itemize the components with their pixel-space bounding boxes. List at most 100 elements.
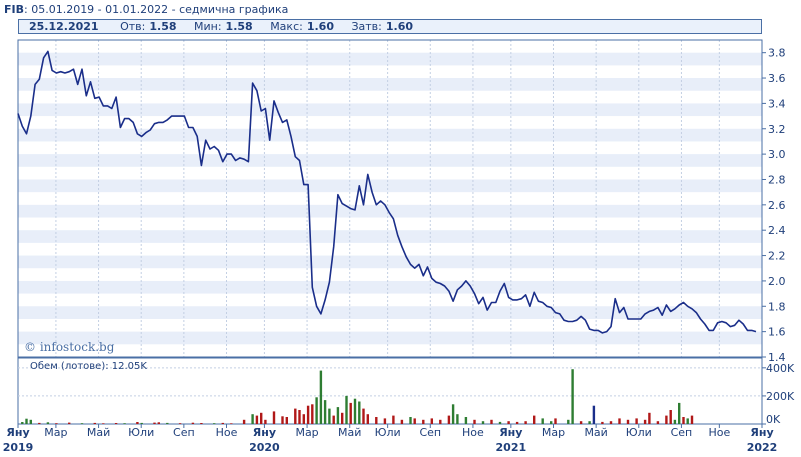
- volume-bar: [332, 415, 335, 424]
- volume-bar: [302, 414, 305, 424]
- volume-bar: [550, 421, 553, 424]
- volume-bar: [524, 421, 527, 424]
- volume-bar: [665, 415, 668, 424]
- volume-bar: [473, 419, 476, 424]
- volume-bar: [648, 412, 651, 424]
- price-tick-label: 3.4: [768, 97, 786, 110]
- volume-bar: [592, 405, 596, 424]
- volume-bar: [362, 408, 365, 424]
- price-band: [18, 179, 762, 193]
- price-band: [18, 128, 762, 142]
- volume-bar: [439, 419, 442, 424]
- time-tick-label: Май: [338, 426, 361, 439]
- volume-bar: [669, 410, 672, 424]
- volume-bar: [618, 418, 621, 424]
- volume-bar: [579, 421, 583, 424]
- volume-bar: [635, 418, 638, 424]
- volume-bar: [345, 395, 348, 424]
- volume-bar: [533, 415, 536, 424]
- volume-bar: [678, 402, 681, 424]
- volume-bar: [341, 412, 344, 424]
- volume-bar: [213, 423, 216, 424]
- volume-tick-label: 200K: [766, 390, 795, 403]
- volume-bar: [673, 419, 677, 424]
- price-tick-label: 2.2: [768, 250, 786, 263]
- time-tick-label: Ное: [708, 426, 730, 439]
- volume-bar: [682, 417, 685, 424]
- volume-bar: [298, 410, 301, 424]
- price-tick-label: 2.8: [768, 173, 786, 186]
- volume-bar: [515, 421, 519, 424]
- volume-bar: [102, 423, 105, 424]
- volume-bar: [571, 369, 574, 424]
- volume-bar: [178, 423, 182, 424]
- volume-bar: [422, 419, 425, 424]
- volume-bar: [264, 419, 267, 424]
- volume-bar: [93, 422, 96, 424]
- volume-bar: [336, 407, 340, 424]
- volume-bar: [29, 419, 32, 424]
- volume-bar: [375, 417, 378, 424]
- volume-bar: [413, 418, 416, 424]
- volume-bar: [21, 422, 24, 424]
- volume-axis: 400K 200K 0K: [762, 362, 795, 426]
- volume-bar: [601, 421, 604, 424]
- volume-bar: [588, 421, 591, 424]
- volume-bar: [447, 415, 451, 424]
- price-band: [18, 255, 762, 269]
- volume-bar: [166, 422, 169, 424]
- volume-bar: [311, 404, 314, 424]
- volume-bar: [541, 418, 544, 424]
- price-band: [18, 52, 762, 66]
- volume-bar: [55, 423, 58, 424]
- price-tick-label: 2.6: [768, 199, 786, 212]
- price-tick-label: 3.8: [768, 47, 786, 60]
- volume-bar: [328, 408, 331, 424]
- volume-bar: [260, 412, 263, 424]
- time-tick-label: Сеп: [671, 426, 693, 439]
- volume-bar: [464, 417, 468, 424]
- volume-bar: [383, 418, 387, 424]
- volume-bar: [153, 422, 156, 424]
- volume-bar: [609, 421, 613, 424]
- time-tick-label: Юли: [375, 426, 401, 439]
- volume-bar: [490, 419, 493, 424]
- time-tick-label: Май: [87, 426, 110, 439]
- volume-bar: [358, 401, 361, 424]
- volume-bar: [353, 398, 357, 424]
- time-axis: Яну 2019 Мар Май Юли Сеп Ное Яну 2020 Мар Май Юли Се…: [3, 424, 777, 454]
- volume-bar: [140, 422, 143, 424]
- price-tick-label: 3.0: [768, 148, 786, 161]
- time-tick-label: Мар: [44, 426, 67, 439]
- volume-bar: [46, 422, 50, 424]
- price-tick-label: 2.4: [768, 224, 786, 237]
- volume-bar: [80, 423, 84, 424]
- price-band: [18, 78, 762, 91]
- volume-bar: [272, 411, 276, 424]
- volume-bar: [319, 370, 323, 424]
- volume-bar: [451, 404, 455, 424]
- volume-bar: [554, 418, 557, 424]
- volume-bar: [507, 421, 510, 424]
- volume-bar: [306, 405, 310, 424]
- volume-bar: [456, 414, 459, 424]
- year-label: 2021: [496, 441, 527, 454]
- volume-bar: [481, 421, 485, 424]
- time-tick-label: Яну: [6, 426, 29, 439]
- volume-bar: [25, 418, 28, 424]
- price-band: [18, 230, 762, 243]
- volume-bar: [255, 415, 259, 424]
- price-band: [18, 306, 762, 319]
- time-tick-label: Яну: [750, 426, 773, 439]
- volume-bar: [281, 416, 284, 424]
- volume-bar: [123, 423, 126, 424]
- time-tick-label: Сеп: [419, 426, 441, 439]
- volume-bar: [191, 422, 195, 424]
- time-tick-label: Юли: [626, 426, 652, 439]
- time-tick-label: Яну: [499, 426, 522, 439]
- price-bands: [18, 52, 762, 345]
- price-tick-label: 3.2: [768, 123, 786, 136]
- volume-bar: [68, 422, 71, 424]
- volume-bar: [323, 400, 327, 424]
- volume-bar: [643, 419, 647, 424]
